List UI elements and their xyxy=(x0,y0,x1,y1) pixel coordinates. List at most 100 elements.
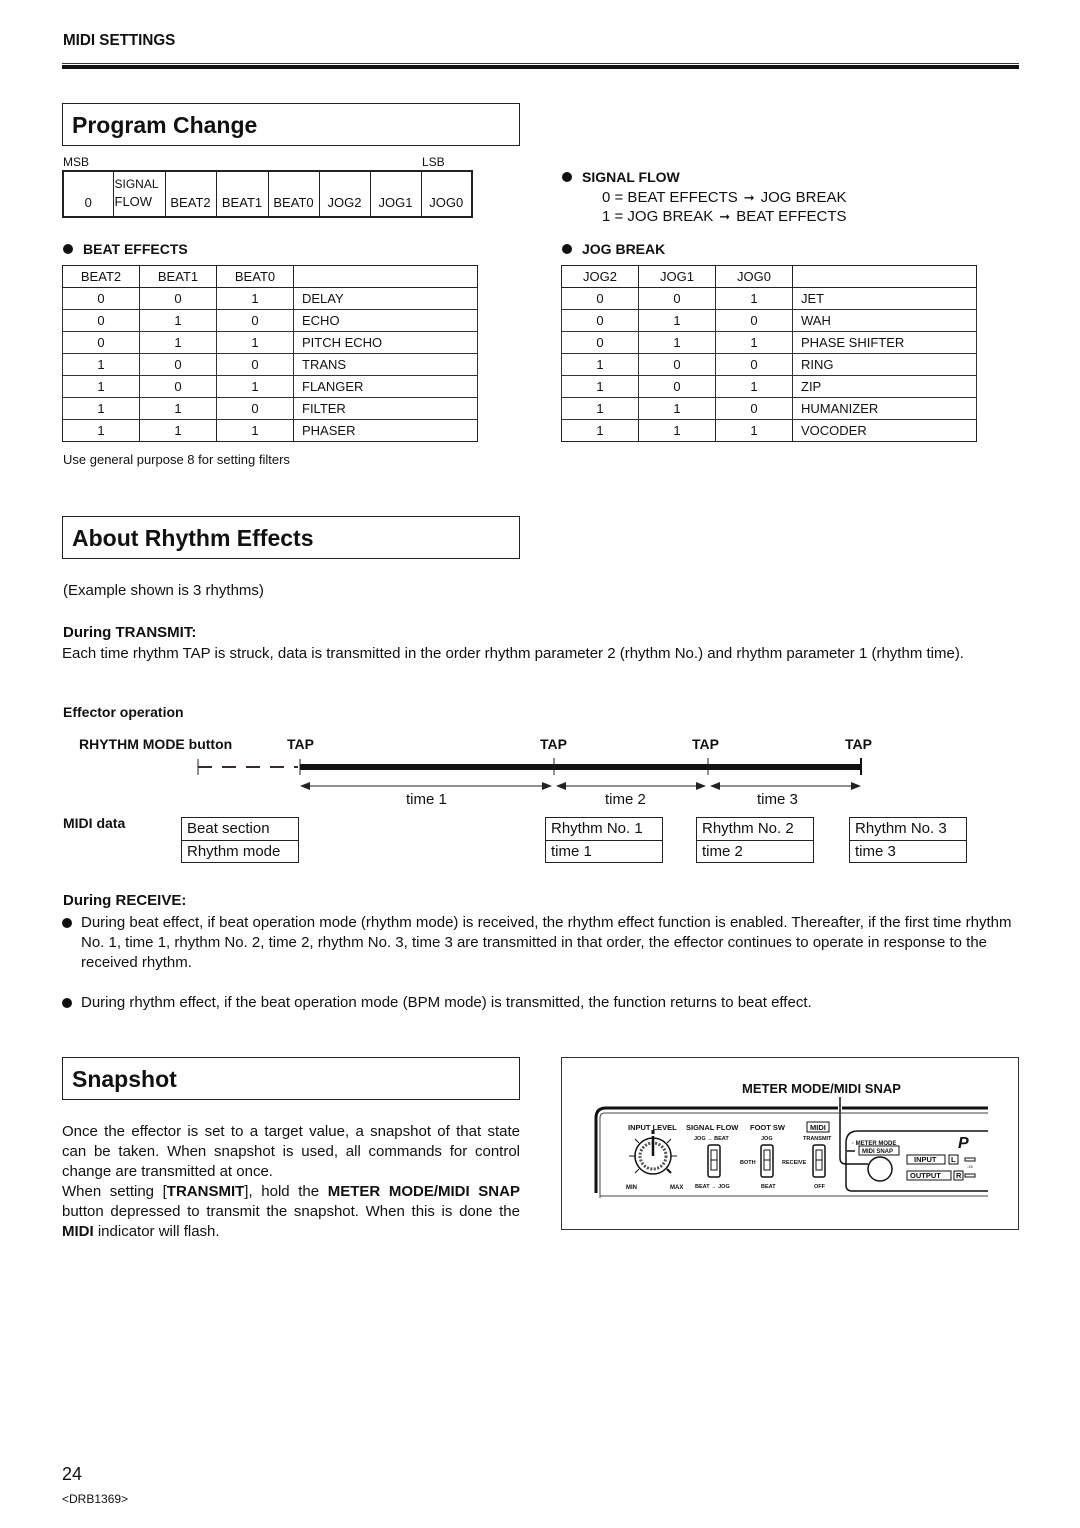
bit-value-cell: 1 xyxy=(638,419,716,442)
program-change-heading: Program Change xyxy=(62,103,520,146)
bit-value-cell: 0 xyxy=(638,353,716,376)
effect-name-cell: FILTER xyxy=(293,397,478,420)
header-rule-thick xyxy=(62,65,1019,69)
beat-effect-row: 1 1 0 FILTER xyxy=(62,397,478,420)
midi-data-box-top: Rhythm No. 2 xyxy=(702,820,794,837)
meter-mode-midi-snap-button xyxy=(867,1156,893,1182)
midi-data-box-top: Beat section xyxy=(187,820,270,837)
byte-signal-top: SIGNAL xyxy=(114,177,159,191)
bullet-icon xyxy=(562,172,572,182)
text-run: indicator will flash. xyxy=(93,1223,220,1240)
bit-value-cell: 1 xyxy=(561,353,639,376)
signal-flow-heading: SIGNAL FLOW xyxy=(562,169,680,185)
bit-value-cell: 0 xyxy=(139,375,217,398)
bit-value-cell: 1 xyxy=(216,375,294,398)
signal-flow-heading-text: SIGNAL FLOW xyxy=(582,169,680,185)
panel-callout-label: METER MODE/MIDI SNAP xyxy=(742,1081,901,1096)
midi-data-box: Rhythm No. 3 time 3 xyxy=(849,817,967,863)
bit-value-cell: 1 xyxy=(139,331,217,354)
snapshot-text: Once the effector is set to a target val… xyxy=(62,1122,520,1242)
bit-value-cell: 1 xyxy=(715,331,793,354)
effect-name-cell: FLANGER xyxy=(293,375,478,398)
effect-name-cell: RING xyxy=(792,353,977,376)
column-header: JOG1 xyxy=(638,265,716,288)
effect-name-cell: VOCODER xyxy=(792,419,977,442)
jog-break-row: 0 0 1 JET xyxy=(561,287,977,310)
bit-value-cell: 0 xyxy=(139,287,217,310)
bit-value-cell: 1 xyxy=(62,397,140,420)
column-header: JOG2 xyxy=(561,265,639,288)
min-label: MIN xyxy=(626,1185,637,1191)
column-header: BEAT0 xyxy=(216,265,294,288)
column-header xyxy=(792,265,977,288)
midi-data-box: Beat section Rhythm mode xyxy=(181,817,299,863)
effect-name-cell: ECHO xyxy=(293,309,478,332)
bit-value-cell: 1 xyxy=(62,375,140,398)
midi-top-label: TRANSMIT xyxy=(803,1136,832,1142)
bit-value-cell: 1 xyxy=(638,397,716,420)
bit-value-cell: 0 xyxy=(561,287,639,310)
meter-segment-icon xyxy=(964,1173,976,1178)
bit-value-cell: 1 xyxy=(561,397,639,420)
signal-flow-top-label: JOG → BEAT xyxy=(694,1136,729,1142)
midi-switch xyxy=(812,1144,826,1178)
midi-data-box-top: Rhythm No. 1 xyxy=(551,820,643,837)
signal-flow-line-suffix: BEAT EFFECTS xyxy=(736,208,847,225)
bullet-icon xyxy=(63,244,73,254)
arrow-right-icon: ➞ xyxy=(719,208,731,224)
bit-value-cell: 0 xyxy=(715,397,793,420)
midi-snap-label: MIDI SNAP xyxy=(862,1149,893,1155)
input-level-knob xyxy=(629,1130,677,1175)
effect-name-cell: HUMANIZER xyxy=(792,397,977,420)
header-rule-thin xyxy=(62,63,1019,64)
bit-value-cell: 1 xyxy=(638,309,716,332)
receive-bullet: During beat effect, if beat operation mo… xyxy=(62,913,1024,973)
receive-heading: During RECEIVE: xyxy=(63,892,187,909)
signal-flow-label: SIGNAL FLOW xyxy=(686,1123,739,1132)
bullet-icon xyxy=(62,918,72,928)
bit-value-cell: 0 xyxy=(638,375,716,398)
bit-value-cell: 1 xyxy=(62,353,140,376)
text-run: button depressed to transmit the snapsho… xyxy=(62,1203,520,1220)
bit-value-cell: 1 xyxy=(216,287,294,310)
receive-bullet: During rhythm effect, if the beat operat… xyxy=(62,993,1024,1013)
signal-flow-line-prefix: 1 = JOG BREAK xyxy=(602,208,714,225)
midi-mid-label: RECEIVE xyxy=(782,1160,806,1166)
foot-sw-switch xyxy=(760,1144,774,1178)
span-arrow-time-1 xyxy=(300,782,552,790)
column-header xyxy=(293,265,478,288)
snapshot-heading: Snapshot xyxy=(62,1057,520,1100)
receive-bullet-text: During beat effect, if beat operation mo… xyxy=(81,914,1012,971)
midi-data-box-top: Rhythm No. 3 xyxy=(855,820,947,837)
midi-data-box: Rhythm No. 2 time 2 xyxy=(696,817,814,863)
time-label: time 2 xyxy=(605,791,646,808)
document-code: <DRB1369> xyxy=(62,1492,129,1506)
column-header: BEAT2 xyxy=(62,265,140,288)
msb-label: MSB xyxy=(63,155,90,169)
tap-label: TAP xyxy=(845,736,872,752)
beat-effect-row: 0 1 1 PITCH ECHO xyxy=(62,331,478,354)
bit-value-cell: 0 xyxy=(62,309,140,332)
beat-effect-row: 1 1 1 PHASER xyxy=(62,419,478,442)
bit-value-cell: 0 xyxy=(139,353,217,376)
bit-value-cell: 0 xyxy=(216,397,294,420)
byte-cell: JOG1 xyxy=(369,170,422,218)
bit-value-cell: 0 xyxy=(561,309,639,332)
foot-sw-label: FOOT SW xyxy=(750,1123,786,1132)
beat-effects-table: BEAT2 BEAT1 BEAT0 0 0 1 DELAY 0 1 0 ECHO 0 1 1 PITCH E… xyxy=(62,265,478,442)
bit-value-cell: 0 xyxy=(62,287,140,310)
midi-data-box-bottom: Rhythm mode xyxy=(182,840,298,862)
program-change-byte-table: 0 SIGNAL FLOW BEAT2 BEAT1 BEAT0 JOG2 JOG… xyxy=(62,170,473,218)
meter-segment-icon xyxy=(964,1157,976,1162)
byte-cell: 0 xyxy=(62,170,114,218)
jog-break-row: 1 0 1 ZIP xyxy=(561,375,977,398)
receive-bullet-text: During rhythm effect, if the beat operat… xyxy=(81,994,812,1011)
effect-name-cell: JET xyxy=(792,287,977,310)
jog-break-row: 0 1 0 WAH xyxy=(561,309,977,332)
bit-value-cell: 1 xyxy=(715,419,793,442)
bit-value-cell: 1 xyxy=(638,331,716,354)
bit-value-cell: 1 xyxy=(216,331,294,354)
table-header-row: JOG2 JOG1 JOG0 xyxy=(561,265,977,288)
signal-flow-line-prefix: 0 = BEAT EFFECTS xyxy=(602,189,738,206)
brand-logo-partial: P xyxy=(958,1135,969,1152)
